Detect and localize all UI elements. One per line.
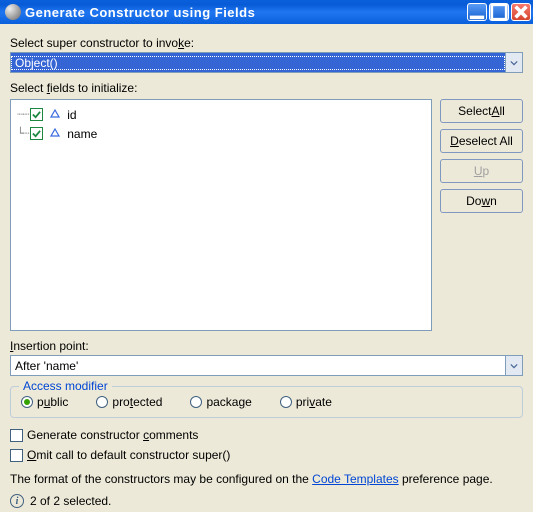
- generate-comments-checkbox[interactable]: Generate constructor comments: [10, 428, 523, 442]
- field-type-icon: [49, 109, 61, 121]
- super-constructor-label: Select super constructor to invoke:: [10, 36, 523, 50]
- radio-public[interactable]: public: [21, 395, 68, 409]
- fields-label: Select fields to initialize:: [10, 81, 523, 95]
- window-title: Generate Constructor using Fields: [25, 5, 465, 20]
- chevron-down-icon: [510, 362, 518, 370]
- radio-icon: [21, 396, 33, 408]
- check-icon: [32, 110, 41, 119]
- radio-icon: [96, 396, 108, 408]
- fields-tree[interactable]: ┈┈ id └┈ name: [10, 99, 432, 331]
- field-checkbox[interactable]: [30, 127, 43, 140]
- field-name: name: [67, 127, 97, 141]
- insertion-point-label: Insertion point:: [10, 339, 523, 353]
- radio-icon: [190, 396, 202, 408]
- code-templates-link[interactable]: Code Templates: [312, 472, 399, 486]
- close-icon: [512, 3, 530, 21]
- maximize-icon: [490, 3, 508, 21]
- tree-connector: └┈: [17, 127, 28, 140]
- title-bar: Generate Constructor using Fields: [0, 0, 533, 24]
- info-icon: i: [10, 494, 24, 508]
- select-all-button[interactable]: Select All: [440, 99, 523, 123]
- radio-icon: [280, 396, 292, 408]
- insertion-point-combo[interactable]: After 'name': [10, 355, 523, 376]
- access-modifier-group: Access modifier public protected package…: [10, 386, 523, 418]
- access-modifier-legend: Access modifier: [19, 379, 112, 393]
- chevron-down-icon: [510, 59, 518, 67]
- tree-row[interactable]: ┈┈ id: [17, 106, 425, 123]
- tree-row[interactable]: └┈ name: [17, 125, 425, 142]
- radio-private[interactable]: private: [280, 395, 332, 409]
- radio-protected[interactable]: protected: [96, 395, 162, 409]
- super-constructor-dropdown-button[interactable]: [505, 53, 522, 72]
- insertion-point-value: After 'name': [11, 359, 505, 373]
- up-button: Up: [440, 159, 523, 183]
- field-checkbox[interactable]: [30, 108, 43, 121]
- super-constructor-value: Object(): [11, 56, 505, 70]
- status-text: 2 of 2 selected.: [30, 494, 111, 508]
- checkbox-icon: [10, 429, 23, 442]
- field-type-icon: [49, 128, 61, 140]
- app-icon: [5, 4, 21, 20]
- minimize-icon: [468, 3, 486, 21]
- super-constructor-combo[interactable]: Object(): [10, 52, 523, 73]
- format-footnote: The format of the constructors may be co…: [10, 472, 523, 486]
- check-icon: [32, 129, 41, 138]
- tree-connector: ┈┈: [17, 108, 28, 121]
- field-name: id: [67, 108, 76, 122]
- down-button[interactable]: Down: [440, 189, 523, 213]
- close-button[interactable]: [511, 3, 531, 21]
- radio-package[interactable]: package: [190, 395, 251, 409]
- checkbox-icon: [10, 449, 23, 462]
- insertion-dropdown-button[interactable]: [505, 356, 522, 375]
- minimize-button[interactable]: [467, 3, 487, 21]
- maximize-button[interactable]: [489, 3, 509, 21]
- status-bar: i 2 of 2 selected.: [10, 494, 111, 508]
- omit-super-checkbox[interactable]: Omit call to default constructor super(): [10, 448, 523, 462]
- deselect-all-button[interactable]: Deselect All: [440, 129, 523, 153]
